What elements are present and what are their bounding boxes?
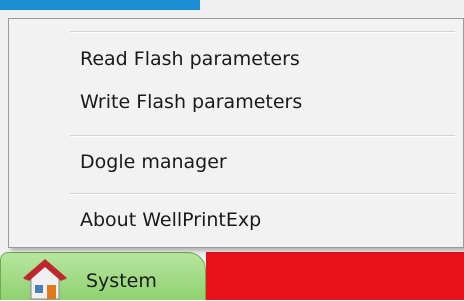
menu-separator — [70, 193, 455, 195]
menu-item-about-wellprintexp[interactable]: About WellPrintExp — [9, 204, 463, 238]
system-dropdown-menu: Read Flash parameters Write Flash parame… — [8, 18, 464, 248]
menu-item-read-flash-parameters[interactable]: Read Flash parameters — [9, 43, 463, 77]
system-tab-label: System — [86, 270, 157, 292]
menu-item-write-flash-parameters[interactable]: Write Flash parameters — [9, 86, 463, 120]
menu-item-dogle-manager[interactable]: Dogle manager — [9, 146, 463, 180]
menu-item-label: Dogle manager — [80, 151, 227, 173]
menu-item-label: Write Flash parameters — [80, 91, 303, 113]
house-icon — [23, 259, 67, 300]
menu-item-label: Read Flash parameters — [80, 48, 300, 70]
menu-separator — [70, 31, 455, 33]
menu-separator — [70, 135, 455, 137]
menu-item-label: About WellPrintExp — [80, 209, 262, 231]
status-area — [206, 252, 464, 300]
top-accent-bar — [0, 0, 200, 10]
